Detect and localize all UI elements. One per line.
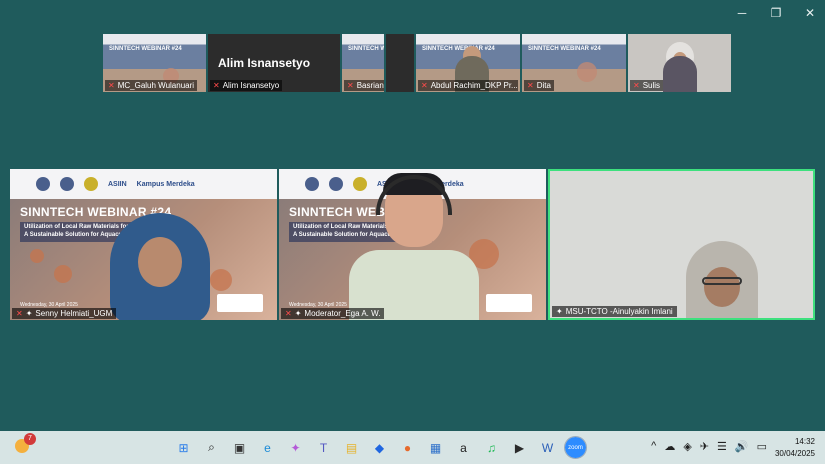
media-player-icon[interactable]: ▶: [509, 437, 530, 458]
pin-icon: ✦: [556, 307, 563, 316]
battery-icon[interactable]: ▭: [757, 440, 767, 453]
close-button[interactable]: ✕: [803, 6, 817, 20]
slide-title: SINNTECH WEBINAR #24: [528, 46, 601, 52]
participant-strip: SINNTECH WEBINAR #24 ✕ MC_Galuh Wulanuari…: [103, 34, 731, 92]
faculty-logo-icon: [60, 177, 74, 191]
clock-time: 14:32: [794, 437, 815, 446]
windows-start-icon[interactable]: ⊞: [173, 437, 194, 458]
defender-icon[interactable]: ◈: [683, 440, 691, 453]
participant-name: ✕ Alim Isnansetyo: [210, 80, 283, 91]
pin-icon: ✦: [294, 309, 302, 318]
mic-off-icon: ✕: [421, 81, 428, 90]
word-icon[interactable]: W: [537, 437, 558, 458]
participant-tile[interactable]: Alim Isnansetyo ✕ Alim Isnansetyo: [208, 34, 340, 92]
amazon-icon[interactable]: a: [453, 437, 474, 458]
participant-name: ✦ MSU-TCTO -Ainulyakin Imlani: [552, 306, 677, 317]
video-tile[interactable]: ASIIN Kampus Merdeka SINNTECH WEBINAR #2…: [279, 169, 546, 320]
faculty-logo-icon: [329, 177, 343, 191]
mic-off-icon: ✕: [285, 309, 292, 318]
restore-button[interactable]: ❐: [769, 6, 783, 20]
participant-video: [349, 169, 479, 320]
network-icon[interactable]: ☰: [717, 440, 727, 453]
mic-off-icon: ✕: [527, 81, 534, 90]
university-logo-icon: [36, 177, 50, 191]
slide-logos: ASIIN Kampus Merdeka: [10, 169, 277, 199]
sponsor-logo-icon: [217, 294, 263, 312]
participant-name: ✕ Dita: [524, 80, 554, 91]
store-icon[interactable]: ▦: [425, 437, 446, 458]
participant-name: ✕ Basriani: [344, 80, 384, 91]
participant-name: ✕ MC_Galuh Wulanuari: [105, 80, 198, 91]
logo-text: ASIIN: [108, 180, 127, 188]
mic-off-icon: ✕: [347, 81, 354, 90]
firefox-icon[interactable]: ●: [397, 437, 418, 458]
slide-title: SINNTECH WEBINAR #24: [109, 46, 182, 52]
participant-tile[interactable]: SINNTECH WEBINAR #24 ✕ MC_Galuh Wulanuari: [103, 34, 206, 92]
vpn-icon[interactable]: ✈: [700, 440, 709, 453]
task-view-icon[interactable]: ▣: [229, 437, 250, 458]
participant-video: [110, 213, 210, 320]
spotify-icon[interactable]: ♫: [481, 437, 502, 458]
onedrive-icon[interactable]: ☁: [664, 440, 675, 453]
video-tile[interactable]: ASIIN Kampus Merdeka SINNTECH WEBINAR #2…: [10, 169, 277, 320]
mic-off-icon: ✕: [16, 309, 23, 318]
windows-taskbar: 7 ⊞ ⌕ ▣ e ✦ T ▤ ◆ ● ▦ a ♫ ▶ Wzoom ^ ☁ ◈ ✈ ☰ 🔊 ▭ 14:32 30/04…: [0, 431, 825, 464]
weather-widget[interactable]: 7: [12, 433, 36, 456]
participant-name: ✕ Sulis: [630, 80, 664, 91]
video-tile-active-speaker[interactable]: ✦ MSU-TCTO -Ainulyakin Imlani: [548, 169, 815, 320]
logo-text: Kampus Merdeka: [136, 180, 195, 188]
participant-tile[interactable]: SINNTECH WEBINAR #24 ✕Basriani: [342, 34, 384, 92]
copilot-icon[interactable]: ✦: [285, 437, 306, 458]
participant-tile[interactable]: [386, 34, 414, 92]
participant-name: ✕ ✦ Moderator_Ega A. W.: [281, 308, 385, 319]
main-gallery: ASIIN Kampus Merdeka SINNTECH WEBINAR #2…: [10, 169, 815, 320]
minimize-button[interactable]: ─: [735, 6, 749, 20]
participant-big-name: Alim Isnansetyo: [218, 56, 311, 70]
volume-icon[interactable]: 🔊: [735, 440, 749, 453]
taskbar-apps: ⊞ ⌕ ▣ e ✦ T ▤ ◆ ● ▦ a ♫ ▶ Wzoom: [173, 436, 587, 459]
edge-icon[interactable]: e: [257, 437, 278, 458]
system-tray: ^ ☁ ◈ ✈ ☰ 🔊 ▭: [651, 440, 767, 453]
mic-off-icon: ✕: [108, 81, 115, 90]
participant-tile[interactable]: ✕ Sulis: [628, 34, 731, 92]
show-hidden-icons[interactable]: ^: [651, 440, 656, 453]
partner-logo-icon: [84, 177, 98, 191]
clock[interactable]: 14:32 30/04/2025: [775, 436, 815, 460]
search-icon[interactable]: ⌕: [201, 437, 222, 458]
mic-off-icon: ✕: [633, 81, 640, 90]
file-explorer-icon[interactable]: ▤: [341, 437, 362, 458]
dropbox-icon[interactable]: ◆: [369, 437, 390, 458]
window-controls: ─ ❐ ✕: [735, 6, 817, 20]
university-logo-icon: [305, 177, 319, 191]
participant-name: ✕ Abdul Rachim_DKP Pr...: [418, 80, 518, 91]
participant-name: ✕ ✦ Senny Helmiati_UGM: [12, 308, 117, 319]
clock-date: 30/04/2025: [774, 449, 815, 458]
sponsor-logo-icon: [486, 294, 532, 312]
slide-title: SINNTECH WEBINAR #24: [348, 46, 384, 52]
pin-icon: ✦: [25, 309, 33, 318]
participant-tile[interactable]: SINNTECH WEBINAR #24 ✕ Abdul Rachim_DKP P…: [416, 34, 520, 92]
zoom-icon[interactable]: zoom: [564, 436, 587, 459]
participant-tile[interactable]: SINNTECH WEBINAR #24 ✕ Dita: [522, 34, 626, 92]
mic-off-icon: ✕: [213, 81, 220, 90]
notification-badge: 7: [24, 433, 36, 445]
teams-icon[interactable]: T: [313, 437, 334, 458]
